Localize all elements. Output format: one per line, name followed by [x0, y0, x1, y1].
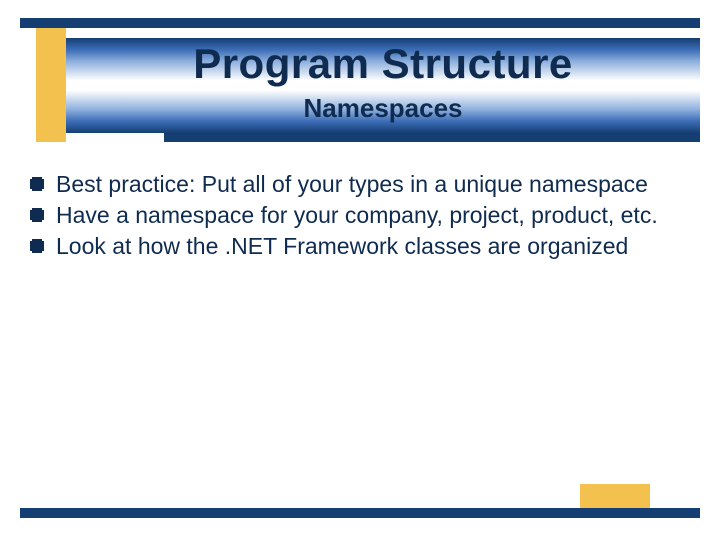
bullet-text: Best practice: Put all of your types in …	[56, 170, 680, 199]
diamond-bullet-icon	[30, 208, 44, 222]
slide-title: Program Structure	[66, 40, 700, 88]
bullet-text: Look at how the .NET Framework classes a…	[56, 232, 680, 261]
diamond-bullet-icon	[30, 239, 44, 253]
accent-block-top	[36, 28, 66, 142]
accent-block-bottom	[580, 484, 650, 508]
list-item: Look at how the .NET Framework classes a…	[30, 232, 680, 261]
bottom-border-bar	[20, 508, 700, 518]
bullet-text: Have a namespace for your company, proje…	[56, 201, 680, 230]
bullet-list: Best practice: Put all of your types in …	[30, 170, 680, 262]
subtitle-underline	[164, 133, 700, 142]
slide-subtitle: Namespaces	[66, 93, 700, 124]
diamond-bullet-icon	[30, 177, 44, 191]
list-item: Have a namespace for your company, proje…	[30, 201, 680, 230]
top-border-bar	[20, 18, 700, 28]
list-item: Best practice: Put all of your types in …	[30, 170, 680, 199]
